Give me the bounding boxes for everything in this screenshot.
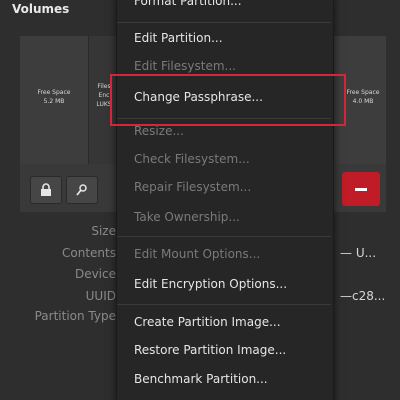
- menu-item-edit-encryption-options[interactable]: Edit Encryption Options...: [134, 277, 287, 291]
- volume-segment-free-space-2[interactable]: Free Space 4.0 MB: [340, 36, 386, 164]
- menu-item-check-filesystem[interactable]: Check Filesystem...: [134, 152, 250, 166]
- size-label: Size: [91, 224, 116, 238]
- segment-size: 5.2 MB: [43, 98, 65, 105]
- device-label: Device: [74, 267, 116, 281]
- contents-label: Contents: [62, 246, 116, 260]
- gears-icon: [76, 184, 87, 196]
- delete-partition-button[interactable]: [342, 172, 380, 206]
- menu-item-change-passphrase[interactable]: Change Passphrase...: [134, 90, 263, 104]
- menu-item-benchmark-partition[interactable]: Benchmark Partition...: [134, 372, 268, 386]
- menu-item-edit-partition[interactable]: Edit Partition...: [134, 31, 223, 45]
- segment-subtitle: Enc: [98, 92, 110, 99]
- segment-size: 4.0 MB: [352, 98, 374, 105]
- additional-options-button[interactable]: [66, 176, 98, 204]
- uuid-value: —c28...: [340, 289, 386, 303]
- volume-segment-free-space-1[interactable]: Free Space 5.2 MB: [20, 36, 89, 164]
- disks-window: Volumes Free Space 5.2 MB Files Enc LUKS…: [0, 0, 400, 400]
- contents-value: — U...: [340, 246, 377, 260]
- uuid-label: UUID: [85, 289, 116, 303]
- menu-item-format-partition[interactable]: Format Partition...: [134, 0, 242, 8]
- menu-item-restore-partition-image[interactable]: Restore Partition Image...: [134, 343, 286, 357]
- segment-label: Free Space: [37, 89, 71, 96]
- lock-button[interactable]: [30, 176, 62, 204]
- partition-type-label: Partition Type: [34, 309, 116, 323]
- menu-separator: [117, 118, 331, 119]
- menu-item-edit-mount-options[interactable]: Edit Mount Options...: [134, 247, 260, 261]
- menu-separator: [117, 236, 331, 237]
- volumes-heading: Volumes: [12, 2, 70, 16]
- segment-type: LUKS: [96, 101, 112, 108]
- segment-label: Files: [97, 83, 111, 90]
- menu-item-create-partition-image[interactable]: Create Partition Image...: [134, 315, 281, 329]
- menu-item-take-ownership[interactable]: Take Ownership...: [134, 210, 240, 224]
- menu-separator: [117, 22, 331, 23]
- segment-label: Free Space: [346, 89, 380, 96]
- lock-icon: [41, 183, 51, 196]
- menu-item-resize[interactable]: Resize...: [134, 124, 184, 138]
- menu-item-edit-filesystem[interactable]: Edit Filesystem...: [134, 59, 236, 73]
- menu-item-repair-filesystem[interactable]: Repair Filesystem...: [134, 180, 251, 194]
- menu-separator: [117, 304, 331, 305]
- minus-icon: [355, 187, 367, 191]
